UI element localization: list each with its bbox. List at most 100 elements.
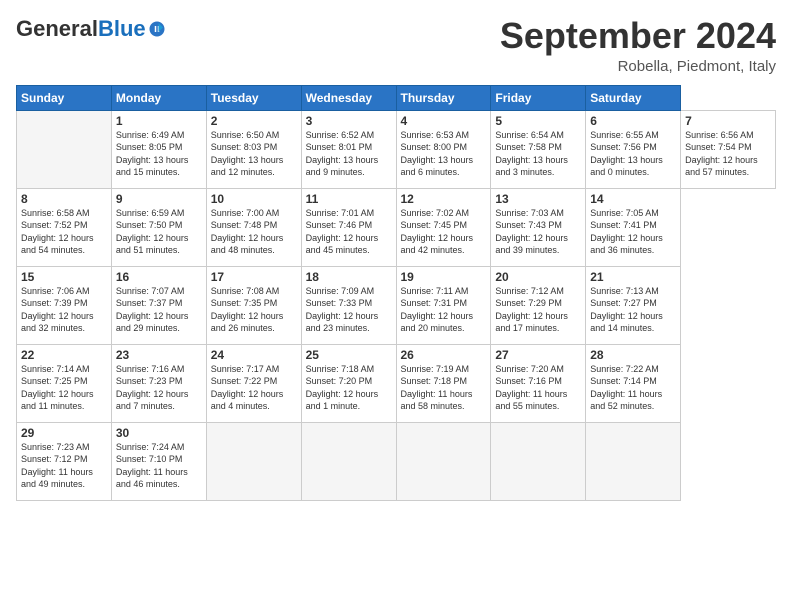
day-header-friday: Friday xyxy=(491,85,586,110)
day-number: 8 xyxy=(21,192,107,206)
day-number: 30 xyxy=(116,426,202,440)
day-cell: 25Sunrise: 7:18 AMSunset: 7:20 PMDayligh… xyxy=(301,344,396,422)
day-info: Sunrise: 6:53 AMSunset: 8:00 PMDaylight:… xyxy=(401,129,487,179)
logo-icon xyxy=(148,20,166,38)
day-number: 26 xyxy=(401,348,487,362)
day-cell: 18Sunrise: 7:09 AMSunset: 7:33 PMDayligh… xyxy=(301,266,396,344)
day-info: Sunrise: 7:05 AMSunset: 7:41 PMDaylight:… xyxy=(590,207,676,257)
day-number: 4 xyxy=(401,114,487,128)
day-info: Sunrise: 7:06 AMSunset: 7:39 PMDaylight:… xyxy=(21,285,107,335)
day-number: 23 xyxy=(116,348,202,362)
week-row-2: 15Sunrise: 7:06 AMSunset: 7:39 PMDayligh… xyxy=(17,266,776,344)
week-row-0: 1Sunrise: 6:49 AMSunset: 8:05 PMDaylight… xyxy=(17,110,776,188)
day-cell xyxy=(301,422,396,500)
day-number: 27 xyxy=(495,348,581,362)
day-info: Sunrise: 7:01 AMSunset: 7:46 PMDaylight:… xyxy=(306,207,392,257)
week-row-4: 29Sunrise: 7:23 AMSunset: 7:12 PMDayligh… xyxy=(17,422,776,500)
day-info: Sunrise: 7:11 AMSunset: 7:31 PMDaylight:… xyxy=(401,285,487,335)
day-number: 19 xyxy=(401,270,487,284)
day-info: Sunrise: 7:08 AMSunset: 7:35 PMDaylight:… xyxy=(211,285,297,335)
day-header-tuesday: Tuesday xyxy=(206,85,301,110)
logo: GeneralBlue xyxy=(16,16,166,42)
day-number: 22 xyxy=(21,348,107,362)
day-cell: 30Sunrise: 7:24 AMSunset: 7:10 PMDayligh… xyxy=(111,422,206,500)
day-info: Sunrise: 6:55 AMSunset: 7:56 PMDaylight:… xyxy=(590,129,676,179)
title-area: September 2024 Robella, Piedmont, Italy xyxy=(500,16,776,75)
day-cell: 16Sunrise: 7:07 AMSunset: 7:37 PMDayligh… xyxy=(111,266,206,344)
day-cell: 19Sunrise: 7:11 AMSunset: 7:31 PMDayligh… xyxy=(396,266,491,344)
day-cell: 3Sunrise: 6:52 AMSunset: 8:01 PMDaylight… xyxy=(301,110,396,188)
day-info: Sunrise: 7:09 AMSunset: 7:33 PMDaylight:… xyxy=(306,285,392,335)
day-info: Sunrise: 7:20 AMSunset: 7:16 PMDaylight:… xyxy=(495,363,581,413)
day-info: Sunrise: 7:03 AMSunset: 7:43 PMDaylight:… xyxy=(495,207,581,257)
day-header-wednesday: Wednesday xyxy=(301,85,396,110)
day-info: Sunrise: 7:22 AMSunset: 7:14 PMDaylight:… xyxy=(590,363,676,413)
day-number: 12 xyxy=(401,192,487,206)
day-number: 14 xyxy=(590,192,676,206)
day-info: Sunrise: 6:50 AMSunset: 8:03 PMDaylight:… xyxy=(211,129,297,179)
day-info: Sunrise: 6:56 AMSunset: 7:54 PMDaylight:… xyxy=(685,129,771,179)
day-cell: 14Sunrise: 7:05 AMSunset: 7:41 PMDayligh… xyxy=(586,188,681,266)
day-number: 7 xyxy=(685,114,771,128)
day-cell: 12Sunrise: 7:02 AMSunset: 7:45 PMDayligh… xyxy=(396,188,491,266)
day-cell: 6Sunrise: 6:55 AMSunset: 7:56 PMDaylight… xyxy=(586,110,681,188)
day-info: Sunrise: 6:58 AMSunset: 7:52 PMDaylight:… xyxy=(21,207,107,257)
day-number: 6 xyxy=(590,114,676,128)
day-cell: 17Sunrise: 7:08 AMSunset: 7:35 PMDayligh… xyxy=(206,266,301,344)
day-cell: 10Sunrise: 7:00 AMSunset: 7:48 PMDayligh… xyxy=(206,188,301,266)
day-info: Sunrise: 7:18 AMSunset: 7:20 PMDaylight:… xyxy=(306,363,392,413)
week-row-1: 8Sunrise: 6:58 AMSunset: 7:52 PMDaylight… xyxy=(17,188,776,266)
day-number: 10 xyxy=(211,192,297,206)
day-info: Sunrise: 7:12 AMSunset: 7:29 PMDaylight:… xyxy=(495,285,581,335)
day-info: Sunrise: 6:52 AMSunset: 8:01 PMDaylight:… xyxy=(306,129,392,179)
day-info: Sunrise: 6:59 AMSunset: 7:50 PMDaylight:… xyxy=(116,207,202,257)
day-info: Sunrise: 7:02 AMSunset: 7:45 PMDaylight:… xyxy=(401,207,487,257)
day-cell: 22Sunrise: 7:14 AMSunset: 7:25 PMDayligh… xyxy=(17,344,112,422)
calendar-table: SundayMondayTuesdayWednesdayThursdayFrid… xyxy=(16,85,776,501)
day-number: 20 xyxy=(495,270,581,284)
day-cell: 4Sunrise: 6:53 AMSunset: 8:00 PMDaylight… xyxy=(396,110,491,188)
day-number: 1 xyxy=(116,114,202,128)
month-title: September 2024 xyxy=(500,16,776,56)
day-number: 28 xyxy=(590,348,676,362)
day-info: Sunrise: 7:23 AMSunset: 7:12 PMDaylight:… xyxy=(21,441,107,491)
location: Robella, Piedmont, Italy xyxy=(500,58,776,75)
day-number: 18 xyxy=(306,270,392,284)
day-number: 3 xyxy=(306,114,392,128)
day-info: Sunrise: 7:24 AMSunset: 7:10 PMDaylight:… xyxy=(116,441,202,491)
day-info: Sunrise: 6:49 AMSunset: 8:05 PMDaylight:… xyxy=(116,129,202,179)
week-row-3: 22Sunrise: 7:14 AMSunset: 7:25 PMDayligh… xyxy=(17,344,776,422)
day-number: 15 xyxy=(21,270,107,284)
logo-general-text: General xyxy=(16,16,98,42)
day-number: 17 xyxy=(211,270,297,284)
day-cell xyxy=(396,422,491,500)
day-cell: 20Sunrise: 7:12 AMSunset: 7:29 PMDayligh… xyxy=(491,266,586,344)
day-header-thursday: Thursday xyxy=(396,85,491,110)
day-number: 25 xyxy=(306,348,392,362)
day-info: Sunrise: 7:16 AMSunset: 7:23 PMDaylight:… xyxy=(116,363,202,413)
day-cell xyxy=(491,422,586,500)
day-number: 21 xyxy=(590,270,676,284)
day-info: Sunrise: 7:14 AMSunset: 7:25 PMDaylight:… xyxy=(21,363,107,413)
day-cell: 15Sunrise: 7:06 AMSunset: 7:39 PMDayligh… xyxy=(17,266,112,344)
day-number: 11 xyxy=(306,192,392,206)
day-header-sunday: Sunday xyxy=(17,85,112,110)
day-cell: 1Sunrise: 6:49 AMSunset: 8:05 PMDaylight… xyxy=(111,110,206,188)
day-cell: 7Sunrise: 6:56 AMSunset: 7:54 PMDaylight… xyxy=(681,110,776,188)
day-cell: 27Sunrise: 7:20 AMSunset: 7:16 PMDayligh… xyxy=(491,344,586,422)
header: GeneralBlue September 2024 Robella, Pied… xyxy=(16,16,776,75)
header-row: SundayMondayTuesdayWednesdayThursdayFrid… xyxy=(17,85,776,110)
day-info: Sunrise: 7:07 AMSunset: 7:37 PMDaylight:… xyxy=(116,285,202,335)
day-cell: 9Sunrise: 6:59 AMSunset: 7:50 PMDaylight… xyxy=(111,188,206,266)
day-number: 29 xyxy=(21,426,107,440)
day-info: Sunrise: 7:00 AMSunset: 7:48 PMDaylight:… xyxy=(211,207,297,257)
day-cell: 21Sunrise: 7:13 AMSunset: 7:27 PMDayligh… xyxy=(586,266,681,344)
day-info: Sunrise: 7:19 AMSunset: 7:18 PMDaylight:… xyxy=(401,363,487,413)
day-cell: 5Sunrise: 6:54 AMSunset: 7:58 PMDaylight… xyxy=(491,110,586,188)
day-cell: 11Sunrise: 7:01 AMSunset: 7:46 PMDayligh… xyxy=(301,188,396,266)
day-cell: 23Sunrise: 7:16 AMSunset: 7:23 PMDayligh… xyxy=(111,344,206,422)
day-number: 24 xyxy=(211,348,297,362)
day-cell xyxy=(206,422,301,500)
day-cell: 13Sunrise: 7:03 AMSunset: 7:43 PMDayligh… xyxy=(491,188,586,266)
day-number: 2 xyxy=(211,114,297,128)
